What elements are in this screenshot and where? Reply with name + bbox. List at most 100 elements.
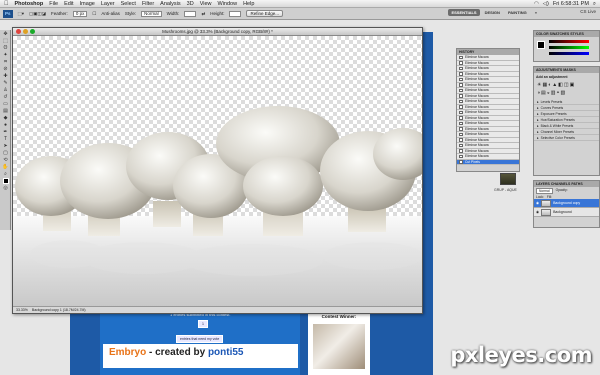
antialias-checkbox[interactable]: ☐ — [92, 11, 96, 17]
slider-b[interactable] — [549, 52, 589, 55]
contest-image[interactable] — [313, 324, 365, 369]
menu-view[interactable]: View — [200, 1, 212, 7]
clone-stamp-icon[interactable]: ♙ — [0, 86, 11, 93]
menu-image[interactable]: Image — [80, 1, 95, 7]
selection-mode-icons[interactable]: ▢▣◫◪ — [29, 11, 46, 17]
marquee-tool-icon[interactable]: ⬚ — [0, 37, 11, 44]
dodge-tool-icon[interactable]: ● — [0, 121, 11, 128]
history-item[interactable]: Cut Pixels — [457, 159, 519, 165]
author-link[interactable]: ponti55 — [208, 347, 244, 358]
blur-tool-icon[interactable]: ◆ — [0, 114, 11, 121]
layer-row[interactable]: ◉ Background copy — [534, 199, 599, 208]
disclosure-triangle-icon[interactable]: ▸ — [537, 124, 539, 128]
page-number[interactable]: 1 — [198, 320, 208, 328]
disclosure-triangle-icon[interactable]: ▸ — [537, 100, 539, 104]
menu-help[interactable]: Help — [243, 1, 254, 7]
adjustment-icons[interactable]: ☀▦◐▲◧◫▣ — [534, 81, 599, 89]
eye-icon[interactable]: ◉ — [536, 210, 539, 214]
eyedropper-icon[interactable]: ⊘ — [0, 65, 11, 72]
doc-info[interactable]: Background copy 1 (18.7M/24.7M) — [32, 308, 86, 312]
workspace-design[interactable]: DESIGN — [482, 9, 503, 16]
crop-tool-icon[interactable]: ⌗ — [0, 58, 11, 65]
disclosure-triangle-icon[interactable]: ▸ — [537, 130, 539, 134]
refine-edge-button[interactable]: Refine Edge... — [246, 10, 284, 17]
workspace-painting[interactable]: PAINTING — [505, 9, 530, 16]
document-titlebar[interactable]: Mushrooms.jpg @ 33.3% (Background copy, … — [13, 28, 422, 36]
disclosure-triangle-icon[interactable]: ▸ — [537, 106, 539, 110]
menu-filter[interactable]: Filter — [142, 1, 154, 7]
disclosure-triangle-icon[interactable]: ▸ — [537, 118, 539, 122]
foreground-color-swatch[interactable] — [0, 177, 11, 184]
type-tool-icon[interactable]: T — [0, 135, 11, 142]
menu-select[interactable]: Select — [121, 1, 136, 7]
layer-thumbnail — [541, 208, 552, 216]
close-window-icon[interactable] — [16, 29, 21, 34]
lasso-tool-icon[interactable]: ʘ — [0, 44, 11, 51]
adjustment-preset-item[interactable]: ▸ Selective Color Presets — [534, 135, 599, 141]
style-select[interactable]: Normal — [141, 10, 162, 17]
layer-name[interactable]: Background — [553, 210, 572, 214]
adjustment-icons-row2[interactable]: ◑▤◒▥◓▧ — [534, 89, 599, 97]
3d-rotate-icon[interactable]: ⟲ — [0, 156, 11, 163]
menu-layer[interactable]: Layer — [101, 1, 115, 7]
spotlight-icon[interactable]: ⌕ — [593, 1, 596, 8]
clock[interactable]: Fri 6:58:31 PM — [553, 1, 589, 7]
gradient-tool-icon[interactable]: ▤ — [0, 107, 11, 114]
width-input[interactable] — [184, 10, 197, 17]
height-input[interactable] — [229, 10, 242, 17]
zoom-window-icon[interactable] — [30, 29, 35, 34]
menu-edit[interactable]: Edit — [64, 1, 73, 7]
paths-tab[interactable]: PATHS — [571, 182, 582, 186]
history-brush-icon[interactable]: ↺ — [0, 93, 11, 100]
workspace-more[interactable]: » — [532, 9, 540, 16]
zoom-tool-icon[interactable]: ⌕ — [0, 170, 11, 177]
menu-analysis[interactable]: Analysis — [160, 1, 180, 7]
styles-tab[interactable]: STYLES — [570, 32, 584, 36]
shape-tool-icon[interactable]: ▢ — [0, 149, 11, 156]
magic-wand-icon[interactable]: ✦ — [0, 51, 11, 58]
navigator-thumbnail[interactable] — [500, 173, 516, 185]
workspace-essentials[interactable]: ESSENTIALS — [448, 9, 480, 16]
history-state-icon — [459, 66, 463, 70]
pen-tool-icon[interactable]: ✒ — [0, 128, 11, 135]
menu-photoshop[interactable]: Photoshop — [15, 1, 44, 7]
image-canvas[interactable] — [13, 36, 422, 307]
vote-link[interactable]: entries that need my vote — [176, 335, 224, 343]
healing-brush-icon[interactable]: ✚ — [0, 72, 11, 79]
menu-3d[interactable]: 3D — [187, 1, 194, 7]
volume-icon[interactable]: ◁) — [543, 1, 549, 7]
entry-name: Embryo — [109, 347, 147, 358]
color-swatch-fg[interactable] — [537, 41, 545, 49]
marquee-tool-icon[interactable]: ⬚▾ — [18, 11, 25, 17]
slider-r[interactable] — [549, 40, 589, 43]
color-tab[interactable]: COLOR — [536, 32, 549, 36]
eye-icon[interactable]: ◉ — [536, 201, 539, 205]
channels-tab[interactable]: CHANNELS — [551, 182, 570, 186]
blend-mode-select[interactable]: Normal — [536, 188, 553, 194]
quick-mask-icon[interactable]: ◎ — [0, 184, 11, 191]
masks-tab[interactable]: MASKS — [563, 68, 576, 72]
adjustments-tab[interactable]: ADJUSTMENTS — [536, 68, 562, 72]
cs-live-button[interactable]: CS Live — [580, 9, 596, 14]
swatches-tab[interactable]: SWATCHES — [550, 32, 570, 36]
layer-name[interactable]: Background copy — [553, 201, 580, 205]
move-tool-icon[interactable]: ✥ — [0, 30, 11, 37]
wifi-icon[interactable]: ◠ — [534, 1, 539, 7]
eraser-tool-icon[interactable]: ▭ — [0, 100, 11, 107]
layers-tab[interactable]: LAYERS — [536, 182, 550, 186]
menu-file[interactable]: File — [49, 1, 58, 7]
apple-menu-icon[interactable]:  — [4, 1, 9, 7]
path-select-icon[interactable]: ➤ — [0, 142, 11, 149]
zoom-level[interactable]: 33.33% — [16, 308, 28, 312]
history-item-label: Eliminar Mscara — [465, 148, 489, 153]
slider-g[interactable] — [549, 46, 589, 49]
disclosure-triangle-icon[interactable]: ▸ — [537, 136, 539, 140]
minimize-window-icon[interactable] — [23, 29, 28, 34]
layer-row[interactable]: ◉ Background — [534, 208, 599, 217]
hand-tool-icon[interactable]: ✋ — [0, 163, 11, 170]
menu-window[interactable]: Window — [218, 1, 238, 7]
swap-icon[interactable]: ⇄ — [201, 11, 205, 17]
brush-tool-icon[interactable]: ✎ — [0, 79, 11, 86]
feather-input[interactable]: 0 px — [72, 10, 88, 17]
disclosure-triangle-icon[interactable]: ▸ — [537, 112, 539, 116]
